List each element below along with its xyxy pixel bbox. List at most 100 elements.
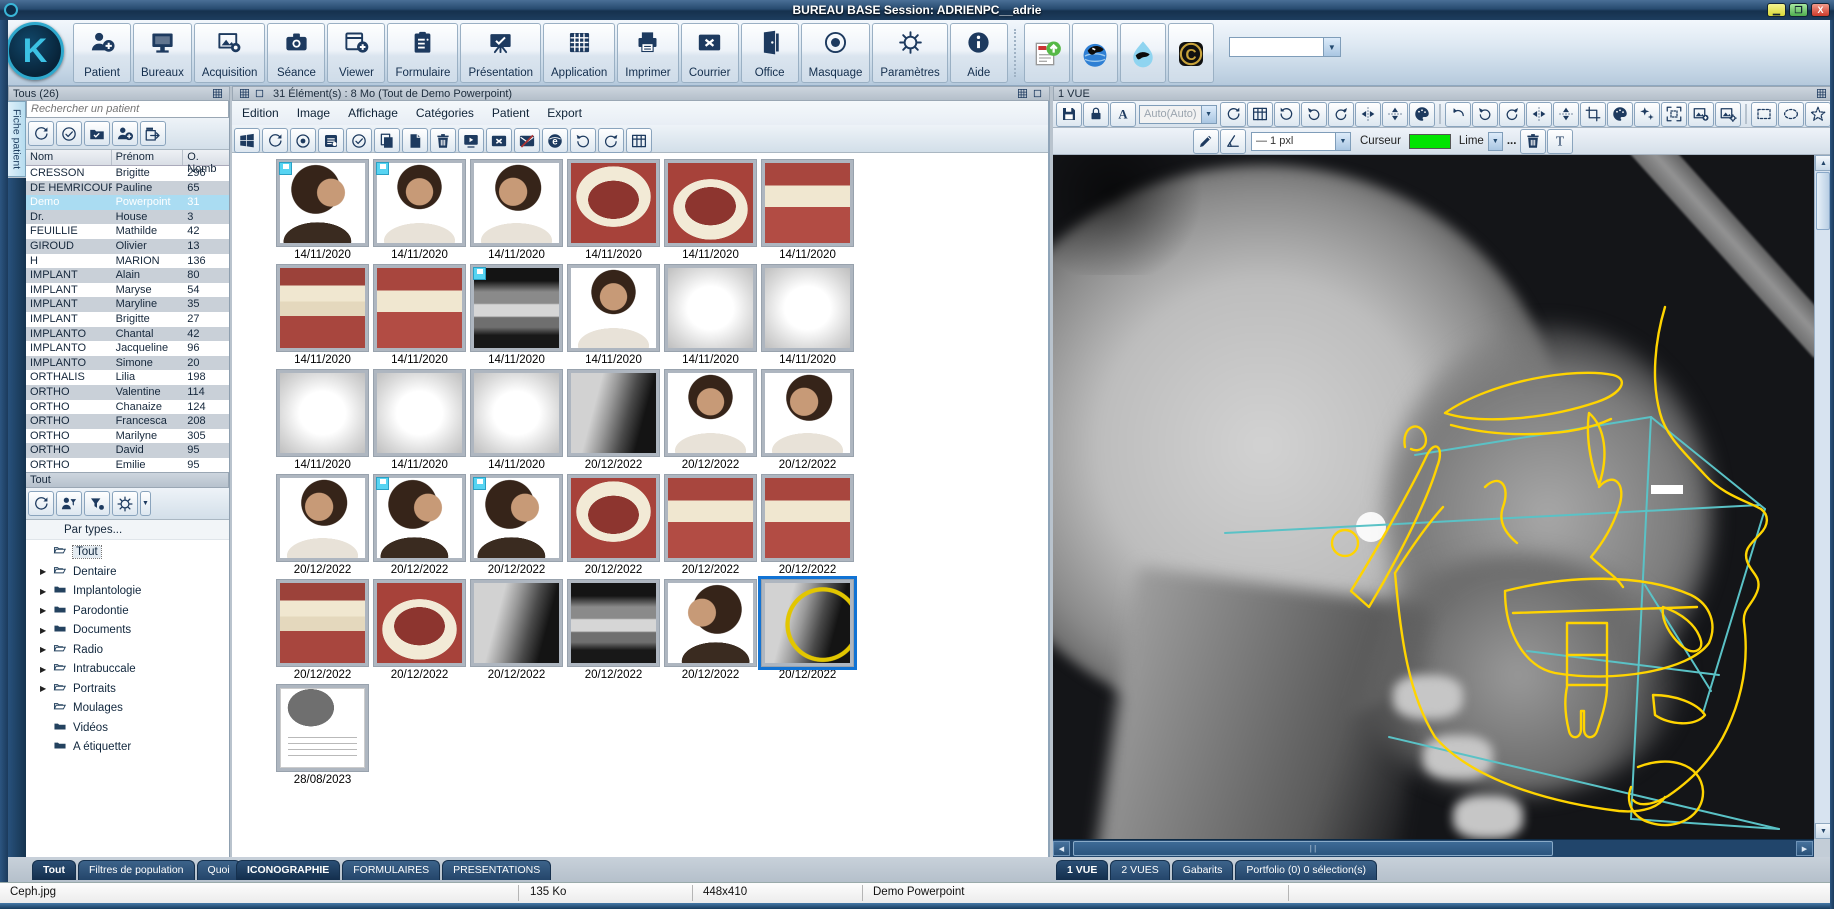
thumbnail-model[interactable]: 14/11/2020 <box>761 264 854 366</box>
thumbnail-buccal[interactable]: 20/12/2022 <box>761 474 854 576</box>
patient-row[interactable]: DemoPowerpoint31 <box>26 195 229 210</box>
toolbar-button-pdf-up[interactable] <box>1024 23 1070 83</box>
toolbar-button-imprimer[interactable]: Imprimer <box>617 23 678 83</box>
horizontal-scroll-thumb[interactable]: | | <box>1073 841 1553 856</box>
app-logo-k[interactable]: K <box>6 22 64 80</box>
toolbar-button-office[interactable]: Office <box>741 23 799 83</box>
chevron-down-icon[interactable]: ▼ <box>1335 133 1350 150</box>
tab-iconographie[interactable]: ICONOGRAPHIE <box>236 860 340 880</box>
thumbnail-buccal[interactable]: 20/12/2022 <box>664 474 757 576</box>
mail-x-button[interactable] <box>486 128 512 153</box>
expand-arrow-icon[interactable]: ▶ <box>40 684 52 693</box>
thumbnail-buccal[interactable]: 14/11/2020 <box>373 264 466 366</box>
patient-search-input[interactable] <box>26 101 229 118</box>
trash-button[interactable] <box>430 128 456 153</box>
menu-image[interactable]: Image <box>297 106 330 120</box>
export-csv-button[interactable] <box>140 121 166 146</box>
trash-button[interactable] <box>1520 129 1546 154</box>
patient-row[interactable]: FEUILLIEMathilde42 <box>26 224 229 239</box>
ceph-xray-viewport[interactable] <box>1053 155 1814 839</box>
column-prenom[interactable]: Prénom <box>112 150 184 165</box>
palette-button[interactable] <box>1409 102 1435 127</box>
expand-arrow-icon[interactable]: ▶ <box>40 587 52 596</box>
expand-arrow-icon[interactable]: ▶ <box>40 645 52 654</box>
crop-corners-button[interactable] <box>1661 102 1687 127</box>
image-gear-button[interactable] <box>1715 102 1741 127</box>
patient-row[interactable]: DE HEMRICOURTPauline65 <box>26 181 229 196</box>
table-button[interactable] <box>1247 102 1273 127</box>
thumbnail-profile-left[interactable]: 20/12/2022 <box>664 579 757 681</box>
patient-row[interactable]: IMPLANTBrigitte27 <box>26 312 229 327</box>
form-edit-button[interactable] <box>318 128 344 153</box>
chevron-down-icon[interactable]: ▼ <box>140 491 151 516</box>
folder-check-button[interactable] <box>84 121 110 146</box>
flip-v-button[interactable] <box>1553 102 1579 127</box>
patient-row[interactable]: IMPLANTOChantal42 <box>26 327 229 342</box>
thumbnail-occl-up[interactable]: 20/12/2022 <box>567 474 660 576</box>
patient-row[interactable]: CRESSONBrigitte296 <box>26 166 229 181</box>
thumbnail-portrait[interactable]: 14/11/2020 <box>373 159 466 261</box>
thumbnail-profile-right[interactable]: 14/11/2020 <box>276 159 369 261</box>
thumbnail-frontal[interactable]: 14/11/2020 <box>276 264 369 366</box>
thumbnail-pano[interactable]: 20/12/2022 <box>567 579 660 681</box>
quick-search-value[interactable] <box>1230 38 1323 56</box>
thumbnail-occl-low[interactable]: 20/12/2022 <box>373 579 466 681</box>
person-filter-button[interactable] <box>56 491 82 516</box>
more-options-button[interactable]: ... <box>1507 135 1517 147</box>
mail-slash-button[interactable] <box>514 128 540 153</box>
toolbar-button-courrier[interactable]: Courrier <box>681 23 739 83</box>
tree-item-videos[interactable]: Vidéos <box>40 718 229 738</box>
thumbnail-ceph[interactable]: 20/12/2022 <box>567 369 660 471</box>
tree-item-parodontie[interactable]: ▶Parodontie <box>40 601 229 621</box>
thumbnail-portrait34[interactable]: 20/12/2022 <box>761 369 854 471</box>
expand-arrow-icon[interactable]: ▶ <box>40 665 52 674</box>
tab-presentations[interactable]: PRESENTATIONS <box>442 860 551 880</box>
menu-edition[interactable]: Edition <box>242 106 279 120</box>
menu-categories[interactable]: Catégories <box>416 106 474 120</box>
tab-filtres-de-population[interactable]: Filtres de population <box>78 860 195 880</box>
thumbnail-occl-up[interactable]: 14/11/2020 <box>567 159 660 261</box>
view-tab-2-vues[interactable]: 2 VUES <box>1110 860 1169 880</box>
patient-row[interactable]: ORTHOEmilie95 <box>26 458 229 473</box>
thumbnail-profile-right[interactable]: 20/12/2022 <box>470 474 563 576</box>
toolbar-button-presentation[interactable]: Présentation <box>460 23 541 83</box>
thumbnail-ceph-trace[interactable]: 20/12/2022 <box>761 579 854 681</box>
zoom-combobox[interactable]: Auto(Auto) ▼ <box>1139 105 1217 124</box>
filter-button[interactable] <box>84 491 110 516</box>
record-button[interactable] <box>290 128 316 153</box>
patient-row[interactable]: ORTHOFrancesca208 <box>26 414 229 429</box>
toolbar-button-aide[interactable]: Aide <box>950 23 1008 83</box>
patient-row[interactable]: ORTHOMarilyne305 <box>26 429 229 444</box>
toolbar-button-masquage[interactable]: Masquage <box>801 23 871 83</box>
cursor-color-swatch[interactable] <box>1409 134 1451 149</box>
tree-item-aetiquetter[interactable]: A étiquetter <box>40 737 229 757</box>
rot90-left-button[interactable] <box>1472 102 1498 127</box>
toolbar-button-orca-drop[interactable] <box>1120 23 1166 83</box>
tree-item-implantologie[interactable]: ▶Implantologie <box>40 581 229 601</box>
vertical-scrollbar[interactable]: ▲ ▼ <box>1814 155 1831 839</box>
thumbnail-pano[interactable]: 14/11/2020 <box>470 264 563 366</box>
thumbnail-model[interactable]: 14/11/2020 <box>470 369 563 471</box>
patient-row[interactable]: IMPLANTMaryse54 <box>26 283 229 298</box>
save-button[interactable] <box>1056 102 1082 127</box>
patient-row[interactable]: GIROUDOlivier13 <box>26 239 229 254</box>
scroll-right-arrow[interactable]: ▶ <box>1796 841 1813 856</box>
refresh-button[interactable] <box>28 121 54 146</box>
crop-frame-button[interactable] <box>1580 102 1606 127</box>
patient-row[interactable]: ORTHOChanaize124 <box>26 400 229 415</box>
font-a-button[interactable]: A <box>1110 102 1136 127</box>
toolbar-button-seance[interactable]: Séance <box>267 23 325 83</box>
toolbar-button-orca-globe[interactable] <box>1072 23 1118 83</box>
refresh-button[interactable] <box>262 128 288 153</box>
check-circle-button[interactable] <box>56 121 82 146</box>
toolbar-button-bureaux[interactable]: Bureaux <box>133 23 192 83</box>
rot90-right-button[interactable] <box>1499 102 1525 127</box>
tree-item-documents[interactable]: ▶Documents <box>40 620 229 640</box>
patient-row[interactable]: ORTHOValentine114 <box>26 385 229 400</box>
thumbnail-ceph[interactable]: 20/12/2022 <box>470 579 563 681</box>
expand-arrow-icon[interactable]: ▶ <box>40 606 52 615</box>
thumbnail-doc[interactable]: 28/08/2023 <box>276 684 369 786</box>
toolbar-button-application[interactable]: Application <box>543 23 615 83</box>
flip-v-button[interactable] <box>1382 102 1408 127</box>
view-tab-gabarits[interactable]: Gabarits <box>1172 860 1234 880</box>
